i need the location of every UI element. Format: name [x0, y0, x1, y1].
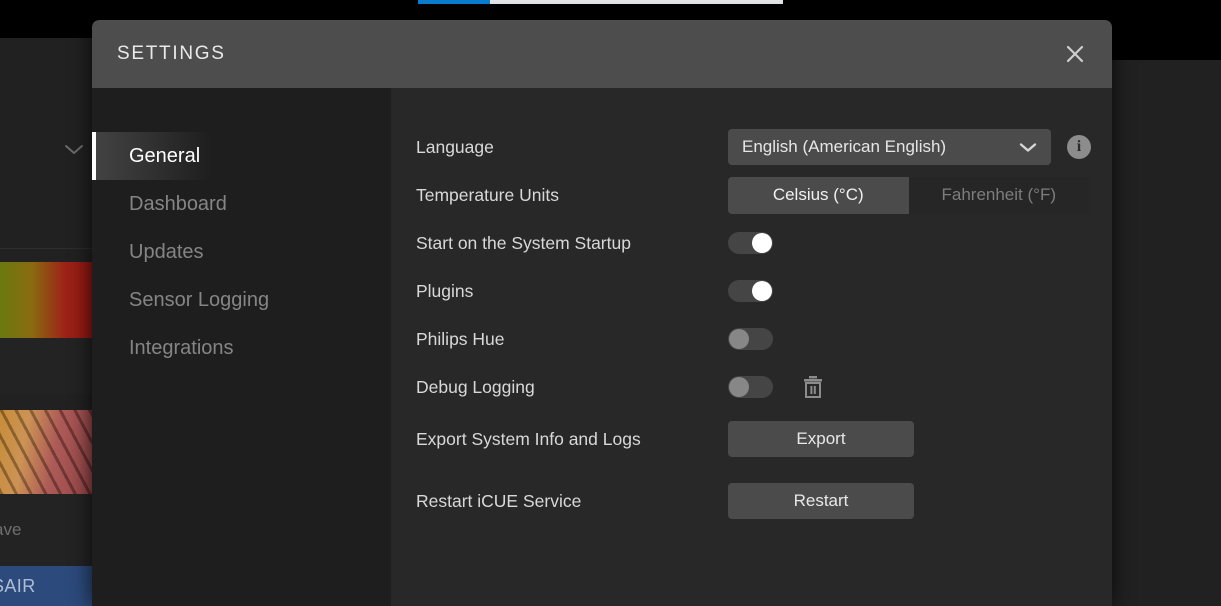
debug-logging-label: Debug Logging — [416, 376, 535, 397]
setting-row-philips-hue: Philips Hue — [416, 320, 1112, 358]
modal-header: SETTINGS — [92, 20, 1112, 88]
restart-control: Restart — [728, 483, 914, 519]
export-button[interactable]: Export — [728, 421, 914, 457]
background-save-label: ave — [0, 520, 22, 539]
plugins-toggle[interactable] — [728, 280, 773, 302]
debug-logging-control — [728, 374, 825, 400]
sidebar-item-sensor-logging[interactable]: Sensor Logging — [92, 276, 391, 324]
sidebar-item-label: Dashboard — [129, 192, 227, 215]
background-lighting-swatch[interactable] — [0, 262, 92, 338]
top-progress-fill — [418, 0, 490, 4]
philips-hue-label: Philips Hue — [416, 328, 505, 349]
setting-row-language: Language English (American English) i — [416, 128, 1112, 166]
temperature-units-label: Temperature Units — [416, 184, 559, 205]
info-glyph: i — [1076, 138, 1082, 155]
active-indicator — [92, 132, 96, 180]
settings-sidebar: General Dashboard Updates Sensor Logging… — [92, 88, 391, 606]
background-row-gap — [0, 338, 92, 394]
setting-row-temperature-units: Temperature Units Celsius (°C) Fahrenhei… — [416, 176, 1112, 214]
background-divider — [0, 248, 92, 249]
setting-row-export-system-info: Export System Info and Logs Export — [416, 420, 1112, 458]
toggle-knob — [752, 281, 772, 301]
temperature-option-celsius[interactable]: Celsius (°C) — [728, 176, 909, 214]
sidebar-item-general[interactable]: General — [92, 132, 391, 180]
toggle-knob — [729, 377, 749, 397]
export-system-info-label: Export System Info and Logs — [416, 428, 641, 449]
plugins-control — [728, 280, 773, 302]
start-on-system-startup-control — [728, 232, 773, 254]
close-icon — [1066, 45, 1084, 63]
top-progress-strip — [0, 0, 1221, 4]
restart-icue-service-label: Restart iCUE Service — [416, 490, 582, 511]
philips-hue-toggle[interactable] — [728, 328, 773, 350]
language-select[interactable]: English (American English) — [728, 129, 1051, 165]
settings-modal: SETTINGS General Dashboard Updates Senso… — [92, 20, 1112, 606]
sidebar-item-updates[interactable]: Updates — [92, 228, 391, 276]
setting-row-plugins: Plugins — [416, 272, 1112, 310]
temperature-units-segmented: Celsius (°C) Fahrenheit (°F) — [728, 176, 1090, 214]
sidebar-item-label: Integrations — [129, 336, 234, 359]
page-title: SETTINGS — [117, 43, 226, 64]
setting-row-start-on-system-startup: Start on the System Startup — [416, 224, 1112, 262]
sidebar-item-label: General — [129, 144, 201, 167]
settings-content: Language English (American English) i Te… — [391, 88, 1112, 606]
sidebar-item-label: Sensor Logging — [129, 288, 270, 311]
toggle-knob — [752, 233, 772, 253]
setting-row-debug-logging: Debug Logging — [416, 368, 1112, 406]
temperature-option-label: Fahrenheit (°F) — [941, 185, 1056, 204]
temperature-option-fahrenheit[interactable]: Fahrenheit (°F) — [909, 177, 1090, 214]
restart-button[interactable]: Restart — [728, 483, 914, 519]
trash-icon — [804, 376, 822, 398]
language-control: English (American English) i — [728, 129, 1091, 165]
info-icon[interactable]: i — [1067, 135, 1091, 159]
philips-hue-control — [728, 328, 773, 350]
export-control: Export — [728, 421, 914, 457]
sidebar-item-dashboard[interactable]: Dashboard — [92, 180, 391, 228]
background-texture-swatch[interactable] — [0, 410, 92, 494]
delete-logs-button[interactable] — [801, 374, 825, 400]
close-button[interactable] — [1054, 33, 1096, 75]
chevron-down-icon[interactable] — [63, 142, 85, 156]
toggle-knob — [729, 329, 749, 349]
chevron-down-icon — [1019, 142, 1037, 153]
temperature-option-label: Celsius (°C) — [772, 185, 864, 204]
sidebar-item-integrations[interactable]: Integrations — [92, 324, 391, 372]
background-save-row[interactable]: ave — [0, 494, 92, 566]
debug-logging-toggle[interactable] — [728, 376, 773, 398]
temperature-units-control: Celsius (°C) Fahrenheit (°F) — [728, 176, 1090, 214]
start-on-system-startup-toggle[interactable] — [728, 232, 773, 254]
language-label: Language — [416, 136, 494, 157]
start-on-system-startup-label: Start on the System Startup — [416, 232, 631, 253]
language-select-value: English (American English) — [742, 137, 947, 156]
sidebar-item-label: Updates — [129, 240, 204, 263]
background-brand-bar: SAIR — [0, 566, 92, 606]
background-right-column — [1112, 60, 1221, 606]
modal-body: General Dashboard Updates Sensor Logging… — [92, 88, 1112, 606]
setting-row-restart-icue-service: Restart iCUE Service Restart — [416, 482, 1112, 520]
plugins-label: Plugins — [416, 280, 474, 301]
background-brand-label: SAIR — [0, 575, 36, 596]
